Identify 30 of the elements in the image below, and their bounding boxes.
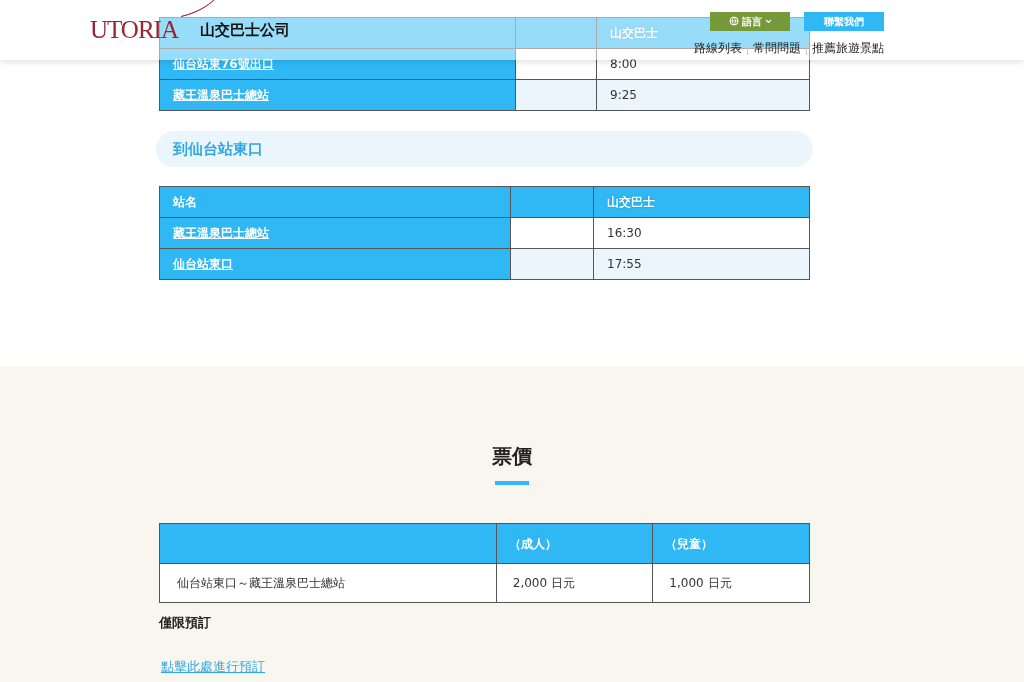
station-link[interactable]: 藏王溫泉巴士總站 bbox=[173, 88, 269, 102]
title-underline bbox=[495, 481, 529, 485]
nav-link[interactable]: 常問問題 bbox=[753, 38, 801, 57]
departure-time: 16:30 bbox=[607, 226, 642, 240]
company-name: 山交巴士公司 bbox=[200, 19, 290, 41]
booking-note: 僅限預訂 bbox=[159, 614, 212, 632]
table-header: （成人） bbox=[508, 536, 557, 551]
booking-link[interactable]: 點擊此處進行預訂 bbox=[161, 656, 265, 676]
station-link[interactable]: 藏王溫泉巴士總站 bbox=[173, 226, 269, 240]
site-logo[interactable]: UTORIA bbox=[90, 11, 178, 49]
nav-link[interactable]: 推薦旅遊景點 bbox=[812, 38, 884, 57]
station-link[interactable]: 仙台站東76號出口 bbox=[173, 57, 274, 71]
station-link[interactable]: 仙台站東口 bbox=[173, 257, 233, 271]
fare-price: 2,000 日元 bbox=[512, 576, 575, 590]
table-header: （兒童） bbox=[665, 536, 714, 551]
chevron-down-icon bbox=[764, 18, 772, 24]
table-header: 站名 bbox=[173, 195, 197, 209]
departure-time: 17:55 bbox=[607, 257, 642, 271]
departure-time: 8:00 bbox=[610, 57, 637, 71]
departure-time: 9:25 bbox=[610, 88, 637, 102]
contact-button[interactable]: 聯繫我們 bbox=[804, 11, 884, 31]
route-name: 仙台站東口～藏王溫泉巴士總站 bbox=[177, 576, 345, 590]
table-header: 山交巴士 bbox=[610, 26, 658, 40]
language-button[interactable]: 語言 bbox=[710, 11, 790, 31]
table-header: 山交巴士 bbox=[607, 195, 655, 209]
section-title: 票價 bbox=[492, 443, 532, 470]
fare-price: 1,000 日元 bbox=[669, 576, 732, 590]
nav-link[interactable]: 路線列表 bbox=[694, 38, 742, 57]
section-heading: 到仙台站東口 bbox=[173, 138, 263, 160]
globe-icon bbox=[728, 16, 739, 26]
